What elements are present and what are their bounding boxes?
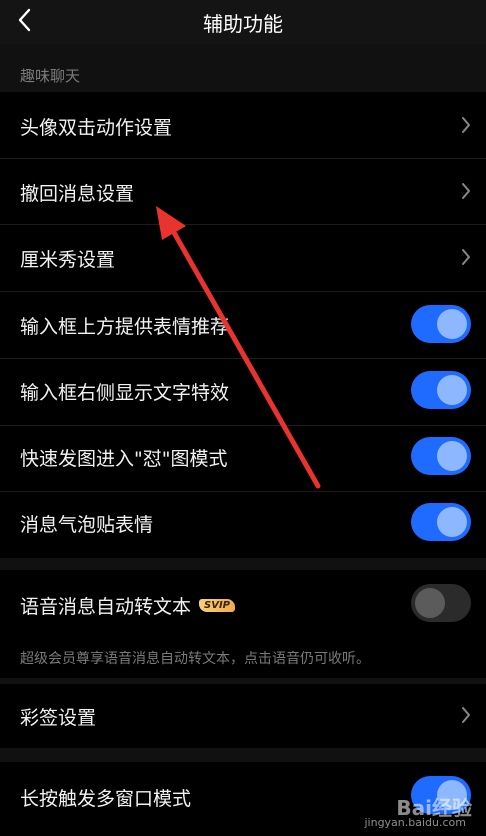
quick-image-toggle[interactable] xyxy=(411,437,471,475)
row-label: 输入框上方提供表情推荐 xyxy=(20,316,230,338)
bubble-sticker-toggle[interactable] xyxy=(411,503,471,541)
text-effects-toggle[interactable] xyxy=(411,371,471,409)
row-bubble-sticker: 消息气泡贴表情 xyxy=(0,492,486,558)
svip-badge: SVIP xyxy=(199,599,236,612)
section-gap xyxy=(0,558,486,570)
section-label: 趣味聊天 xyxy=(20,67,81,85)
chevron-right-icon xyxy=(462,249,470,265)
row-quick-image: 快速发图进入"怼"图模式 xyxy=(0,426,486,491)
row-label: 语音消息自动转文本 SVIP xyxy=(20,592,236,619)
row-label: 输入框右侧显示文字特效 xyxy=(20,382,230,404)
row-label: 彩签设置 xyxy=(20,707,97,729)
toggle-knob xyxy=(437,507,467,537)
voice-note-text: 超级会员尊享语音消息自动转文本，点击语音仍可收听。 xyxy=(20,651,370,667)
voice-to-text-label: 语音消息自动转文本 xyxy=(20,596,192,618)
row-label: 厘米秀设置 xyxy=(20,249,116,271)
row-recall-message[interactable]: 撤回消息设置 xyxy=(0,159,486,224)
toggle-knob xyxy=(437,441,467,471)
page-title: 辅助功能 xyxy=(203,12,283,36)
chevron-right-icon xyxy=(462,117,470,133)
row-color-tag[interactable]: 彩签设置 xyxy=(0,684,486,748)
row-emoji-recommend: 输入框上方提供表情推荐 xyxy=(0,292,486,358)
row-label: 撤回消息设置 xyxy=(20,183,135,205)
row-voice-to-text: 语音消息自动转文本 SVIP xyxy=(0,570,486,640)
top-bar: 辅助功能 xyxy=(0,0,486,44)
baidu-watermark: Bai经验 jingyan.baidu.com xyxy=(352,792,472,832)
toggle-knob xyxy=(437,375,467,405)
chevron-right-icon xyxy=(462,707,470,723)
chevron-right-icon xyxy=(462,183,470,199)
toggle-knob xyxy=(415,588,445,618)
row-text-effects: 输入框右侧显示文字特效 xyxy=(0,359,486,425)
section-header: 趣味聊天 xyxy=(0,44,486,92)
voice-note: 超级会员尊享语音消息自动转文本，点击语音仍可收听。 xyxy=(0,640,486,678)
section-gap xyxy=(0,748,486,762)
emoji-recommend-toggle[interactable] xyxy=(411,305,471,343)
watermark-url: jingyan.baidu.com xyxy=(364,816,466,829)
toggle-knob xyxy=(437,309,467,339)
row-cmshow[interactable]: 厘米秀设置 xyxy=(0,225,486,291)
row-label: 头像双击动作设置 xyxy=(20,117,173,139)
row-avatar-double-tap[interactable]: 头像双击动作设置 xyxy=(0,92,486,158)
row-label: 快速发图进入"怼"图模式 xyxy=(20,448,228,470)
voice-to-text-toggle[interactable] xyxy=(411,584,471,622)
row-label: 消息气泡贴表情 xyxy=(20,514,154,536)
row-label: 长按触发多窗口模式 xyxy=(20,788,192,810)
